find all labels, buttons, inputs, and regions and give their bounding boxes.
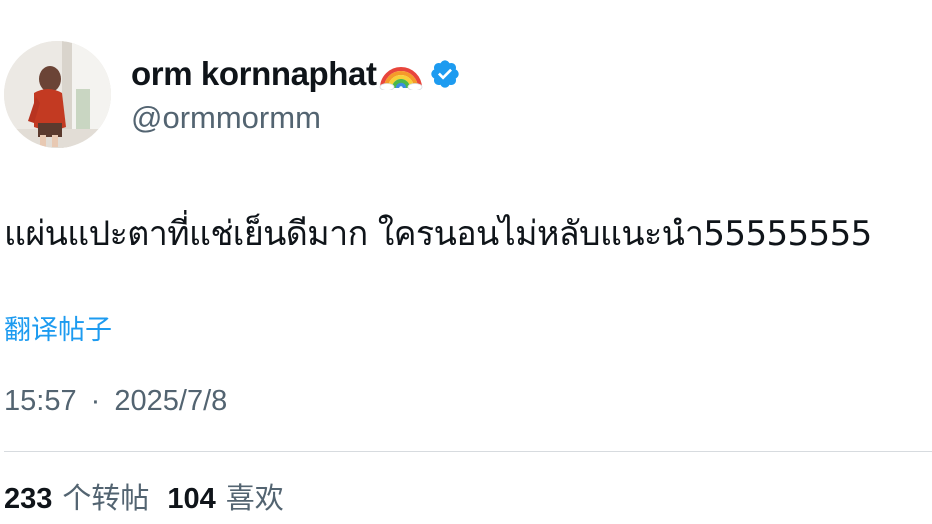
post-timestamp[interactable]: 15:57 · 2025/7/8 [4, 381, 227, 421]
likes-label: 喜欢 [225, 481, 284, 515]
engagement-stats: 233 个转帖 104 喜欢 [4, 478, 284, 519]
divider [4, 451, 932, 452]
verified-badge-icon[interactable] [429, 58, 461, 90]
post-date: 2025/7/8 [114, 385, 228, 417]
rainbow-icon [378, 58, 424, 91]
post-text: แผ่นแปะตาที่แช่เย็นดีมาก ใครนอนไม่หลับแน… [4, 214, 872, 254]
post-time: 15:57 [4, 385, 77, 417]
author-avatar[interactable] [4, 41, 111, 148]
author-handle[interactable]: @ormmormm [131, 98, 321, 138]
reposts-stat[interactable]: 233 个转帖 [4, 478, 149, 519]
reposts-label: 个转帖 [62, 481, 150, 515]
likes-count: 104 [167, 483, 216, 515]
reposts-count: 233 [4, 483, 53, 515]
avatar-photo [4, 41, 111, 148]
author-display-name[interactable]: orm kornnaphat [131, 54, 461, 94]
translate-post-link[interactable]: 翻译帖子 [4, 313, 112, 349]
display-name-text: orm kornnaphat [131, 55, 377, 92]
timestamp-separator: · [90, 385, 101, 417]
likes-stat[interactable]: 104 喜欢 [167, 478, 283, 519]
